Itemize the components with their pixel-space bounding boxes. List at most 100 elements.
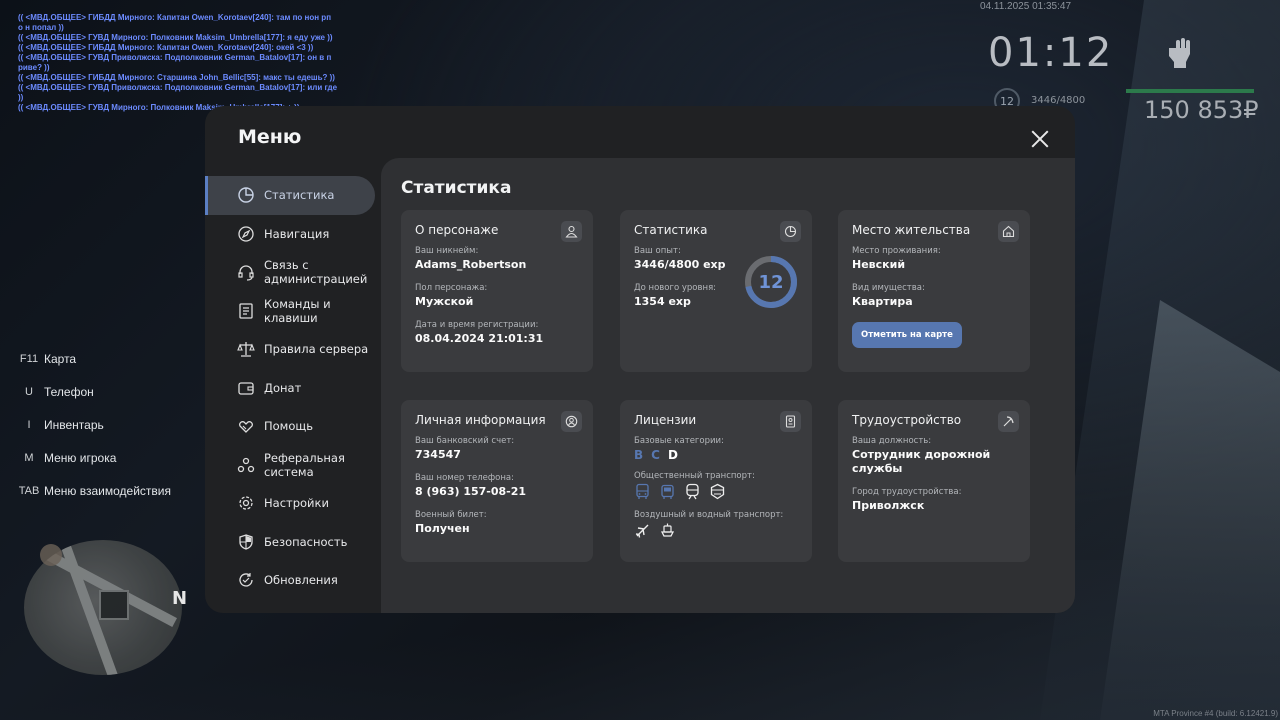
sidebar-item-donate[interactable]: Донат [205, 369, 381, 408]
keybind-label: Карта [44, 352, 77, 366]
sidebar-item-navigation[interactable]: Навигация [205, 215, 381, 254]
hud-clock: 01:12 [988, 30, 1114, 76]
field-label: Военный билет: [415, 510, 487, 520]
card-title: Личная информация [415, 413, 546, 427]
headset-icon [238, 265, 254, 281]
keybind-key: U [25, 386, 33, 398]
airplane-icon [635, 524, 649, 538]
sidebar-item-statistics[interactable]: Статистика [205, 176, 375, 215]
public-transport-icons [634, 483, 798, 500]
keybind-item: I Инвентарь [14, 418, 171, 451]
personal-info-card: Личная информация Ваш банковский счет: 7… [401, 400, 593, 562]
air-water-transport-icons [634, 522, 798, 539]
home-icon [998, 221, 1019, 242]
work-city-value: Приволжск [852, 499, 925, 512]
trolleybus-icon [661, 484, 674, 499]
sidebar-label: Связь с администрацией [264, 258, 368, 287]
tram-icon [710, 483, 725, 500]
keybind-label: Меню игрока [44, 451, 117, 465]
page-title: Статистика [401, 178, 512, 198]
keybind-label: Меню взаимодействия [44, 484, 171, 498]
close-icon[interactable] [1031, 130, 1049, 148]
keybind-key: TAB [18, 485, 40, 497]
card-title: Место жительства [852, 223, 971, 237]
chat-line: (( <МВД.ОБЩЕЕ> ГУВД Мирного: Полковник M… [18, 33, 333, 42]
chat-log: (( <МВД.ОБЩЕЕ> ГИБДД Мирного: Капитан Ow… [18, 13, 338, 113]
sidebar-item-referral[interactable]: Реферальная система [205, 446, 381, 485]
sidebar-label: Навигация [264, 226, 330, 241]
user-icon [561, 221, 582, 242]
sidebar-label: Обновления [264, 573, 338, 588]
content-panel: Статистика О персонаже Ваш никнейм: Adam… [381, 158, 1075, 613]
chat-line: (( <МВД.ОБЩЕЕ> ГУВД Приволжска: Подполко… [18, 53, 332, 72]
card-title: О персонаже [415, 223, 499, 237]
scales-icon [237, 342, 255, 357]
level-number: 12 [758, 271, 784, 293]
sidebar-label: Донат [264, 380, 302, 395]
mark-on-map-button[interactable]: Отметить на карте [852, 322, 962, 348]
field-label: Ваша должность: [852, 436, 932, 446]
keybind-key: M [24, 452, 34, 464]
user-circle-icon [561, 411, 582, 432]
boat-icon [660, 523, 675, 537]
sidebar-label: Реферальная система [264, 450, 345, 479]
gender-value: Мужской [415, 295, 474, 308]
bus-icon [636, 483, 649, 499]
field-label: Вид имущества: [852, 283, 925, 293]
sidebar-item-security[interactable]: Безопасность [205, 523, 381, 562]
sidebar-label: Безопасность [264, 534, 348, 549]
keybind-label: Телефон [44, 385, 94, 399]
registration-value: 08.04.2024 21:01:31 [415, 332, 544, 345]
sidebar-label: Правила сервера [264, 342, 369, 357]
keybind-item: M Меню игрока [14, 451, 171, 484]
field-label: Общественный транспорт: [634, 471, 755, 481]
license-category-d: D [667, 448, 678, 462]
bank-account-value: 734547 [415, 448, 461, 461]
field-label: Ваш никнейм: [415, 246, 479, 256]
menu-title: Меню [238, 126, 302, 148]
refresh-check-icon [239, 573, 253, 587]
minimap-blip-icon [40, 544, 62, 566]
keybind-key: F11 [19, 353, 39, 365]
phone-value: 8 (963) 157-08-21 [415, 485, 527, 498]
sidebar-item-updates[interactable]: Обновления [205, 561, 381, 600]
chat-line: (( <МВД.ОБЩЕЕ> ГИБДД Мирного: Капитан Ow… [18, 13, 332, 32]
minimap-north: N [172, 588, 188, 609]
menu-sidebar: Статистика Навигация Связь с администрац… [205, 176, 381, 600]
id-card-icon [780, 411, 801, 432]
field-label: Базовые категории: [634, 436, 724, 446]
sidebar-item-rules[interactable]: Правила сервера [205, 330, 381, 369]
nickname-value: Adams_Robertson [415, 258, 527, 271]
chat-line: (( <МВД.ОБЩЕЕ> ГУВД Приволжска: Подполко… [18, 83, 338, 102]
sidebar-item-settings[interactable]: Настройки [205, 484, 381, 523]
field-label: Место проживания: [852, 246, 941, 256]
stats-card: Статистика Ваш опыт: 3446/4800 exp До но… [620, 210, 812, 372]
license-categories: B C D [634, 448, 798, 462]
sidebar-item-commands[interactable]: Команды и клавиши [205, 292, 381, 331]
chat-line: (( <МВД.ОБЩЕЕ> ГИБДД Мирного: Капитан Ow… [18, 43, 314, 52]
position-value: Сотрудник дорожной службы [852, 448, 991, 475]
pie-chart-icon [780, 221, 801, 242]
hud-exp: 3446/4800 [1031, 95, 1086, 106]
field-label: Пол персонажа: [415, 283, 488, 293]
sidebar-item-admin-contact[interactable]: Связь с администрацией [205, 253, 381, 292]
keybind-list: F11 Карта U Телефон I Инвентарь M Меню игрок… [14, 352, 171, 517]
referral-icon [237, 457, 255, 472]
field-label: Дата и время регистрации: [415, 320, 539, 330]
build-watermark: MTA Province #4 (build: 6.12421.9) [1153, 709, 1278, 718]
sidebar-item-help[interactable]: Помощь [205, 407, 381, 446]
train-icon [686, 483, 699, 500]
handshake-icon [239, 421, 253, 434]
field-label: Ваш банковский счет: [415, 436, 515, 446]
compass-icon [238, 226, 254, 242]
military-id-value: Получен [415, 522, 470, 535]
license-category-c: C [651, 448, 660, 462]
document-icon [239, 303, 253, 319]
property-value: Квартира [852, 295, 913, 308]
sidebar-label: Команды и клавиши [264, 296, 331, 325]
residence-card: Место жительства Место проживания: Невск… [838, 210, 1030, 372]
keybind-key: I [27, 419, 31, 431]
card-title: Статистика [634, 223, 708, 237]
field-label: Город трудоустройства: [852, 487, 962, 497]
pickaxe-icon [998, 411, 1019, 432]
